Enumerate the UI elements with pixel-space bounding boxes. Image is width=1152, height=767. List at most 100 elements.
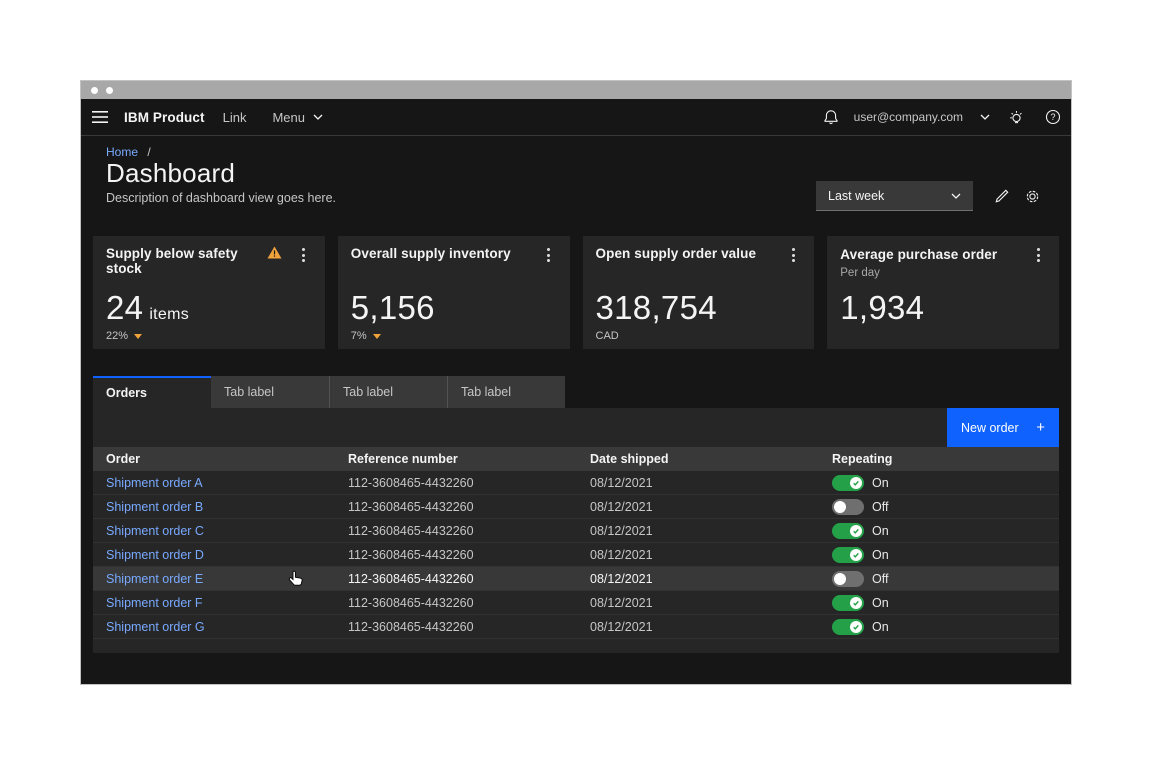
breadcrumb: Home / bbox=[106, 145, 151, 159]
toggle-knob bbox=[850, 597, 862, 609]
period-dropdown-value: Last week bbox=[828, 189, 884, 203]
order-link[interactable]: Shipment order B bbox=[106, 500, 203, 514]
toggle-knob bbox=[834, 573, 846, 585]
card-value-suffix: items bbox=[149, 306, 189, 323]
card-title: Average purchase order bbox=[840, 247, 997, 262]
help-icon: ? bbox=[1045, 109, 1061, 125]
table-header-row: Order Reference number Date shipped Repe… bbox=[93, 447, 1059, 471]
date-shipped-cell: 08/12/2021 bbox=[577, 524, 819, 538]
repeating-toggle[interactable] bbox=[832, 571, 864, 587]
checkmark-icon bbox=[852, 599, 860, 607]
table-row[interactable]: Shipment order E 112-3608465-4432260 08/… bbox=[93, 567, 1059, 591]
card-value: 318,754 bbox=[596, 289, 717, 327]
card-value: 1,934 bbox=[840, 289, 924, 327]
card-value: 5,156 bbox=[351, 289, 435, 327]
chevron-down-icon bbox=[313, 114, 323, 120]
card-delta-value: 7% bbox=[351, 330, 367, 342]
reference-number-cell: 112-3608465-4432260 bbox=[335, 620, 577, 634]
svg-text:?: ? bbox=[1050, 112, 1055, 122]
tab-bar: Orders Tab label Tab label Tab label bbox=[93, 376, 565, 408]
tab-label-1[interactable]: Tab label bbox=[211, 376, 329, 408]
hamburger-icon bbox=[92, 110, 108, 124]
idea-lightbulb-icon bbox=[1007, 108, 1025, 126]
table-row[interactable]: Shipment order G 112-3608465-4432260 08/… bbox=[93, 615, 1059, 639]
page-description: Description of dashboard view goes here. bbox=[106, 191, 336, 205]
column-header-order[interactable]: Order bbox=[93, 452, 335, 466]
header-nav: Link Menu bbox=[223, 110, 323, 125]
notifications-button[interactable] bbox=[813, 99, 850, 136]
repeating-toggle[interactable] bbox=[832, 499, 864, 515]
card-unit-label: CAD bbox=[596, 330, 619, 342]
new-order-button-label: New order bbox=[961, 421, 1019, 435]
card-value-number: 24 bbox=[106, 289, 143, 326]
repeating-toggle[interactable] bbox=[832, 619, 864, 635]
table-row[interactable]: Shipment order C 112-3608465-4432260 08/… bbox=[93, 519, 1059, 543]
toggle-knob bbox=[834, 501, 846, 513]
window-control-dot[interactable] bbox=[106, 87, 113, 94]
date-shipped-cell: 08/12/2021 bbox=[577, 548, 819, 562]
toggle-state-label: Off bbox=[872, 500, 888, 514]
card-delta-value: 22% bbox=[106, 330, 128, 342]
card-title: Supply below safety stock bbox=[106, 246, 261, 276]
idea-button[interactable] bbox=[997, 99, 1034, 136]
dashboard-settings-button[interactable] bbox=[1017, 181, 1047, 211]
checkmark-icon bbox=[852, 479, 860, 487]
new-order-button[interactable]: New order + bbox=[947, 408, 1059, 447]
card-open-supply-order-value: Open supply order value 318,754 CAD bbox=[583, 236, 815, 349]
help-button[interactable]: ? bbox=[1034, 99, 1071, 136]
table-row[interactable]: Shipment order F 112-3608465-4432260 08/… bbox=[93, 591, 1059, 615]
warning-triangle-icon bbox=[267, 246, 282, 259]
tab-label-3[interactable]: Tab label bbox=[447, 376, 565, 408]
breadcrumb-home-link[interactable]: Home bbox=[106, 145, 138, 159]
date-shipped-cell: 08/12/2021 bbox=[577, 476, 819, 490]
card-title: Overall supply inventory bbox=[351, 246, 541, 261]
card-value: 24 items bbox=[106, 289, 189, 327]
card-overflow-menu[interactable] bbox=[541, 246, 557, 264]
checkmark-icon bbox=[852, 623, 860, 631]
header-nav-menu-label: Menu bbox=[272, 110, 305, 125]
header-nav-link[interactable]: Link bbox=[223, 110, 247, 125]
order-link[interactable]: Shipment order F bbox=[106, 596, 203, 610]
tab-label-2[interactable]: Tab label bbox=[329, 376, 447, 408]
period-dropdown[interactable]: Last week bbox=[816, 181, 973, 211]
order-link[interactable]: Shipment order A bbox=[106, 476, 203, 490]
dashboard-controls: Last week bbox=[816, 181, 1047, 211]
order-link[interactable]: Shipment order G bbox=[106, 620, 205, 634]
repeating-toggle[interactable] bbox=[832, 547, 864, 563]
user-email: user@company.com bbox=[854, 110, 963, 124]
toggle-state-label: On bbox=[872, 524, 889, 538]
checkmark-icon bbox=[852, 551, 860, 559]
breadcrumb-separator: / bbox=[147, 145, 150, 159]
card-average-purchase-order: Average purchase order Per day 1,934 bbox=[827, 236, 1059, 349]
order-link[interactable]: Shipment order D bbox=[106, 548, 204, 562]
table-toolbar: New order + bbox=[93, 408, 1059, 447]
window-control-dot[interactable] bbox=[91, 87, 98, 94]
table-row[interactable]: Shipment order B 112-3608465-4432260 08/… bbox=[93, 495, 1059, 519]
hamburger-menu-button[interactable] bbox=[81, 99, 118, 136]
card-delta: 22% bbox=[106, 330, 142, 342]
plus-icon: + bbox=[1036, 419, 1045, 436]
card-title: Open supply order value bbox=[596, 246, 786, 261]
edit-dashboard-button[interactable] bbox=[987, 181, 1017, 211]
column-header-reference[interactable]: Reference number bbox=[335, 452, 577, 466]
user-menu-button[interactable] bbox=[973, 99, 997, 136]
repeating-toggle[interactable] bbox=[832, 523, 864, 539]
header-nav-menu[interactable]: Menu bbox=[272, 110, 323, 125]
repeating-toggle[interactable] bbox=[832, 475, 864, 491]
table-row[interactable]: Shipment order A 112-3608465-4432260 08/… bbox=[93, 471, 1059, 495]
tab-orders[interactable]: Orders bbox=[93, 376, 211, 408]
checkmark-icon bbox=[852, 527, 860, 535]
column-header-date-shipped[interactable]: Date shipped bbox=[577, 452, 819, 466]
table-row[interactable]: Shipment order D 112-3608465-4432260 08/… bbox=[93, 543, 1059, 567]
card-overflow-menu[interactable] bbox=[1030, 246, 1046, 264]
order-link[interactable]: Shipment order C bbox=[106, 524, 204, 538]
repeating-toggle[interactable] bbox=[832, 595, 864, 611]
card-overflow-menu[interactable] bbox=[296, 246, 312, 264]
toggle-state-label: On bbox=[872, 548, 889, 562]
order-link[interactable]: Shipment order E bbox=[106, 572, 203, 586]
header-nav-link-label: Link bbox=[223, 110, 247, 125]
chevron-down-icon bbox=[951, 193, 961, 199]
column-header-repeating[interactable]: Repeating bbox=[819, 452, 1059, 466]
toggle-knob bbox=[850, 621, 862, 633]
card-overflow-menu[interactable] bbox=[785, 246, 801, 264]
